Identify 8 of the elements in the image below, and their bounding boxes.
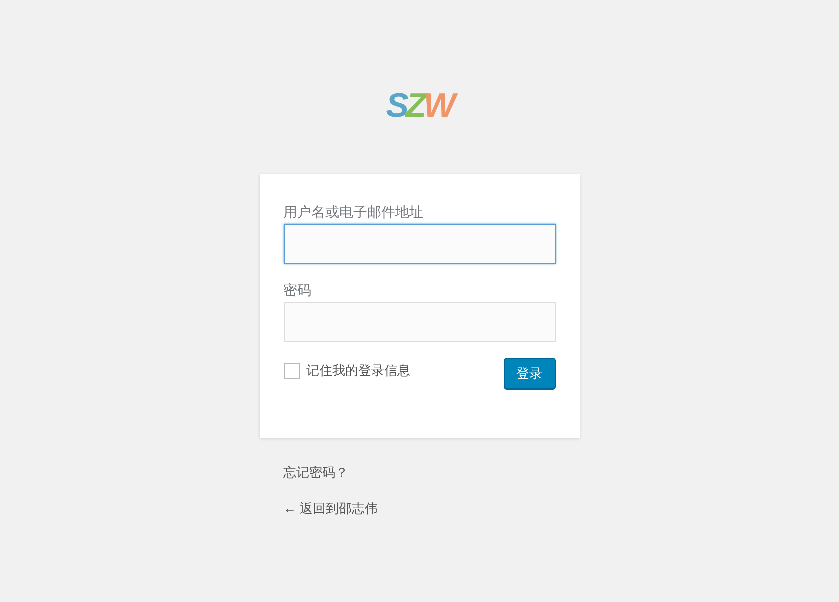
field-label: 密码 xyxy=(284,281,312,300)
nav-link[interactable]: 忘记密码？ xyxy=(284,464,556,482)
remember-checkbox[interactable] xyxy=(284,362,300,378)
nav-link[interactable]: ← 返回到邵志伟 xyxy=(284,500,556,518)
input-field[interactable] xyxy=(284,224,556,264)
field-label: 用户名或电子邮件地址 xyxy=(284,203,424,222)
login-button[interactable]: 登录 xyxy=(504,358,556,389)
checkbox-label: 记住我的登录信息 xyxy=(306,362,410,380)
